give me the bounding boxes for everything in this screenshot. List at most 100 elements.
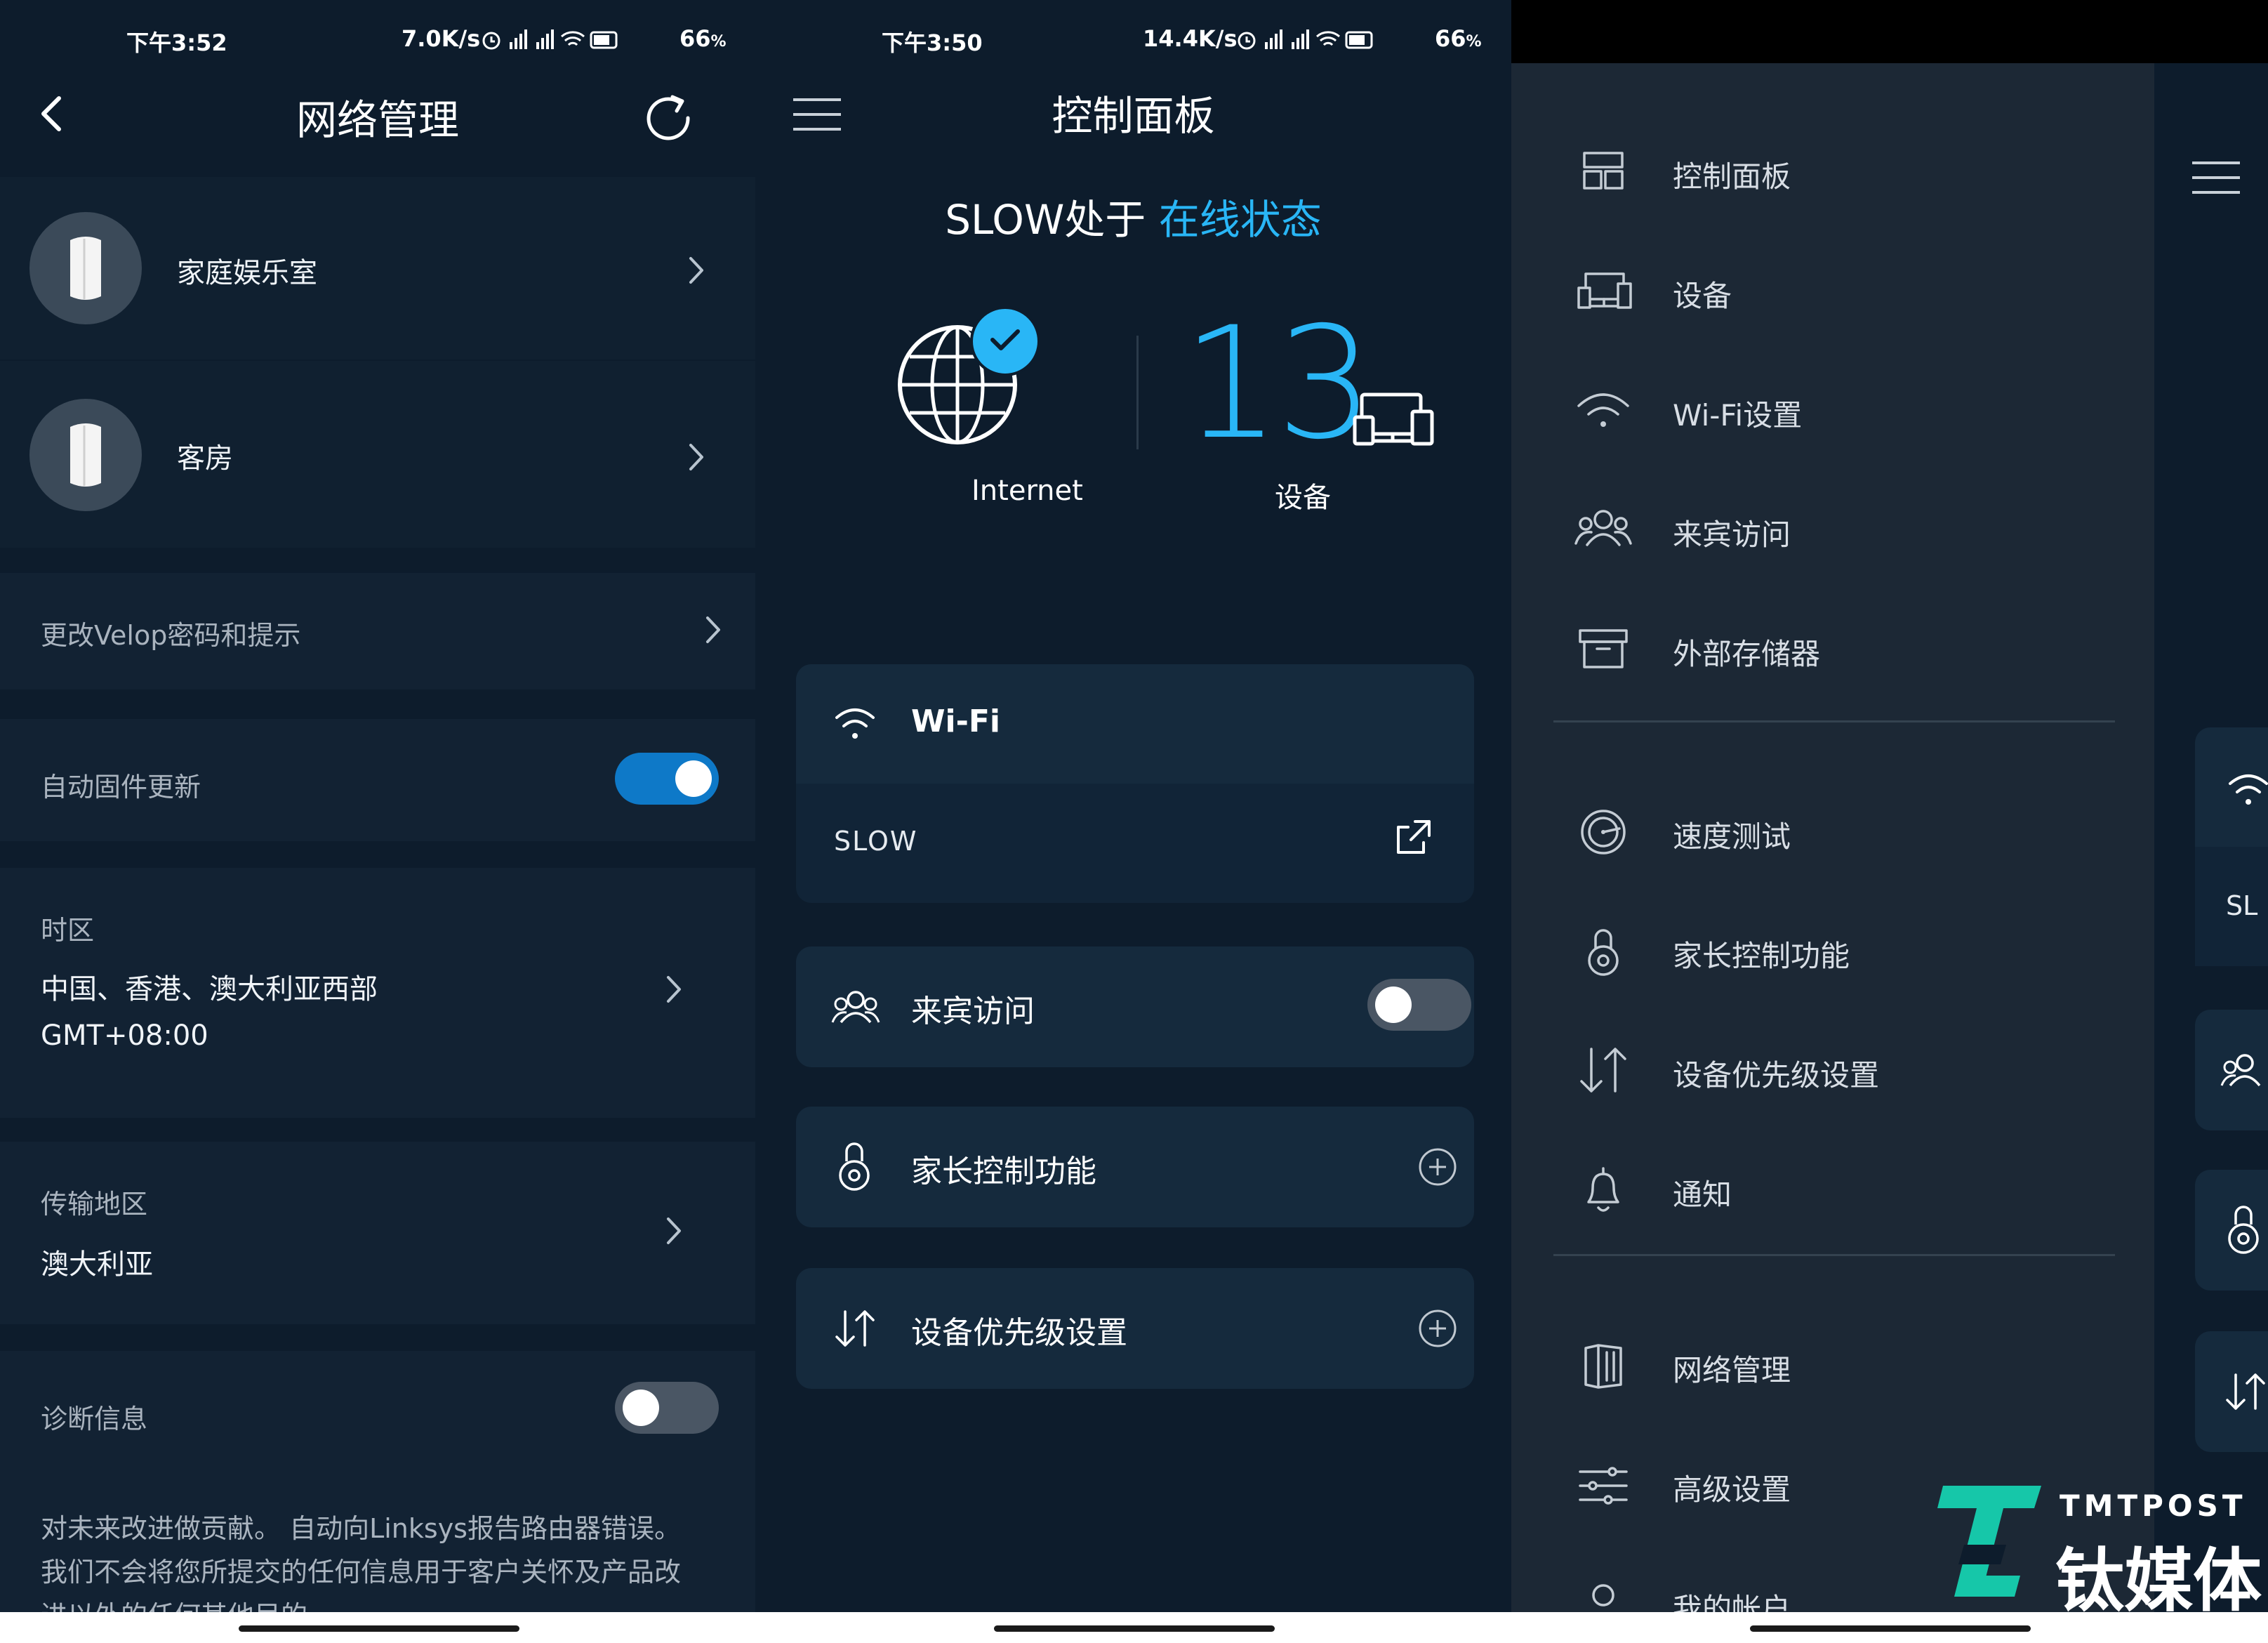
home-indicator[interactable]	[994, 1625, 1275, 1632]
menu-item-wifi[interactable]: Wi-Fi设置	[1511, 367, 2154, 451]
menu-item-network-admin[interactable]: 网络管理	[1511, 1321, 2154, 1406]
wifi-card-title: Wi-Fi	[911, 704, 1001, 739]
menu-label: 速度测试	[1673, 819, 1791, 854]
add-circle-icon[interactable]	[1417, 1307, 1459, 1350]
menu-label: 网络管理	[1673, 1353, 1791, 1387]
lock-icon	[839, 1142, 870, 1191]
menu-item-parental[interactable]: 家长控制功能	[1511, 907, 2154, 991]
timezone-value: 中国、香港、澳大利亚西部	[41, 973, 378, 1005]
menu-item-dashboard[interactable]: 控制面板	[1511, 128, 2154, 212]
share-external-icon[interactable]	[1391, 814, 1436, 859]
battery-percent: 66%	[1435, 25, 1482, 52]
speedtest-icon	[1581, 810, 1626, 855]
device-count[interactable]: 13	[1182, 306, 1374, 461]
node-row-guestroom[interactable]: 客房	[0, 361, 755, 548]
menu-label: 设备	[1673, 279, 1732, 313]
sliders-icon	[1579, 1467, 1628, 1505]
diagnostics-desc-line1: 对未来改进做贡献。 自动向Linksys报告路由器错误。	[41, 1513, 681, 1544]
diagnostics-label: 诊断信息	[41, 1404, 148, 1434]
guest-access-card[interactable]: 来宾访问	[796, 946, 1474, 1067]
online-status: 在线状态	[1158, 196, 1322, 244]
internet-label: Internet	[971, 475, 1083, 507]
guest-access-toggle[interactable]	[1367, 979, 1471, 1031]
menu-item-notifications[interactable]: 通知	[1511, 1146, 2154, 1230]
menu-label: 家长控制功能	[1673, 939, 1850, 973]
watermark-brand-cn: 钛媒体	[2055, 1541, 2262, 1621]
guest-access-title: 来宾访问	[911, 994, 1035, 1029]
timezone-label: 时区	[41, 915, 95, 946]
menu-divider	[1553, 1254, 2115, 1256]
menu-label: 设备优先级设置	[1673, 1058, 1880, 1093]
devices-icon	[1577, 272, 1632, 309]
devices-label: 设备	[1275, 482, 1331, 514]
dashboard-screen: 下午3:50 14.4K/s 66% 控制面板 SLOW处于 在线状态 Inte…	[755, 0, 1511, 1643]
node-avatar	[29, 399, 142, 511]
device-priority-title: 设备优先级设置	[911, 1315, 1127, 1351]
auto-firmware-label: 自动固件更新	[41, 772, 201, 803]
storage-icon	[1579, 629, 1628, 668]
velop-node-icon	[70, 237, 101, 300]
wifi-card-peek[interactable]: SL	[2195, 727, 2268, 966]
chevron-right-icon	[667, 1218, 681, 1244]
guest-card-peek[interactable]	[2195, 1010, 2268, 1130]
node-avatar	[29, 212, 142, 324]
diagnostics-row: 诊断信息 对未来改进做贡献。 自动向Linksys报告路由器错误。 我们不会将您…	[0, 1351, 755, 1643]
parental-controls-card[interactable]: 家长控制功能	[796, 1107, 1474, 1227]
velop-node-icon	[70, 423, 101, 487]
watermark-brand: TMTPOST	[2060, 1489, 2247, 1523]
tmtpost-watermark: TMTPOST 钛媒体	[1922, 1473, 2266, 1621]
devices-icon	[1353, 392, 1434, 446]
node-row-entertainment[interactable]: 家庭娱乐室	[0, 177, 755, 359]
lock-icon	[1588, 929, 1619, 976]
peek-ssid: SL	[2226, 890, 2258, 921]
region-value: 澳大利亚	[41, 1248, 153, 1281]
wifi-card[interactable]: Wi-Fi SLOW	[796, 664, 1474, 903]
home-indicator[interactable]	[239, 1625, 519, 1632]
region-label: 传输地区	[41, 1189, 148, 1220]
menu-item-guest[interactable]: 来宾访问	[1511, 486, 2154, 570]
side-drawer: 控制面板 设备 Wi-Fi设置 来宾访问 外部存储器 速度测试 家长控制功能 设…	[1511, 63, 2154, 1630]
status-icons	[482, 27, 622, 58]
menu-label: 外部存储器	[1673, 637, 1821, 671]
status-icons	[1237, 27, 1377, 58]
chevron-right-icon	[689, 444, 703, 470]
guest-icon	[1574, 510, 1632, 546]
auto-firmware-toggle[interactable]	[615, 753, 719, 805]
menu-divider	[1553, 720, 2115, 722]
node-name: 客房	[177, 442, 233, 475]
timezone-row[interactable]: 时区 中国、香港、澳大利亚西部 GMT+08:00	[0, 868, 755, 1118]
parental-card-peek[interactable]	[2195, 1170, 2268, 1291]
wifi-card-header	[796, 664, 1474, 784]
change-password-row[interactable]: 更改Velop密码和提示	[0, 573, 755, 689]
side-menu-screen: 控制面板 设备 Wi-Fi设置 来宾访问 外部存储器 速度测试 家长控制功能 设…	[1511, 0, 2268, 1643]
diagnostics-toggle[interactable]	[615, 1382, 719, 1434]
guest-icon	[831, 991, 880, 1024]
network-admin-icon	[1584, 1344, 1622, 1389]
battery-percent: 66%	[679, 25, 727, 52]
hamburger-menu-icon[interactable]	[2189, 159, 2243, 197]
status-bar	[1511, 0, 2268, 63]
wifi-icon	[2229, 774, 2268, 805]
region-row[interactable]: 传输地区 澳大利亚	[0, 1142, 755, 1324]
priority-card-peek[interactable]	[2195, 1331, 2268, 1452]
add-circle-icon[interactable]	[1417, 1146, 1459, 1188]
node-name: 家庭娱乐室	[177, 257, 317, 289]
menu-item-storage[interactable]: 外部存储器	[1511, 605, 2154, 689]
device-priority-card[interactable]: 设备优先级设置	[796, 1268, 1474, 1389]
menu-item-speedtest[interactable]: 速度测试	[1511, 788, 2154, 872]
timezone-offset: GMT+08:00	[41, 1020, 208, 1052]
auto-firmware-row: 自动固件更新	[0, 719, 755, 841]
chevron-right-icon	[667, 976, 681, 1003]
wifi-icon	[1577, 393, 1629, 427]
chevron-right-icon	[689, 257, 703, 284]
menu-item-devices[interactable]: 设备	[1511, 247, 2154, 331]
status-time: 下午3:52	[126, 29, 227, 56]
divider	[1136, 336, 1139, 449]
home-indicator[interactable]	[1750, 1625, 2031, 1632]
refresh-icon[interactable]	[642, 90, 695, 143]
page-title: 控制面板	[1052, 92, 1215, 140]
priority-arrows-icon	[2226, 1373, 2265, 1410]
menu-item-priority[interactable]: 设备优先级设置	[1511, 1027, 2154, 1111]
bell-icon	[1587, 1167, 1619, 1212]
menu-label: Wi-Fi设置	[1673, 398, 1803, 433]
